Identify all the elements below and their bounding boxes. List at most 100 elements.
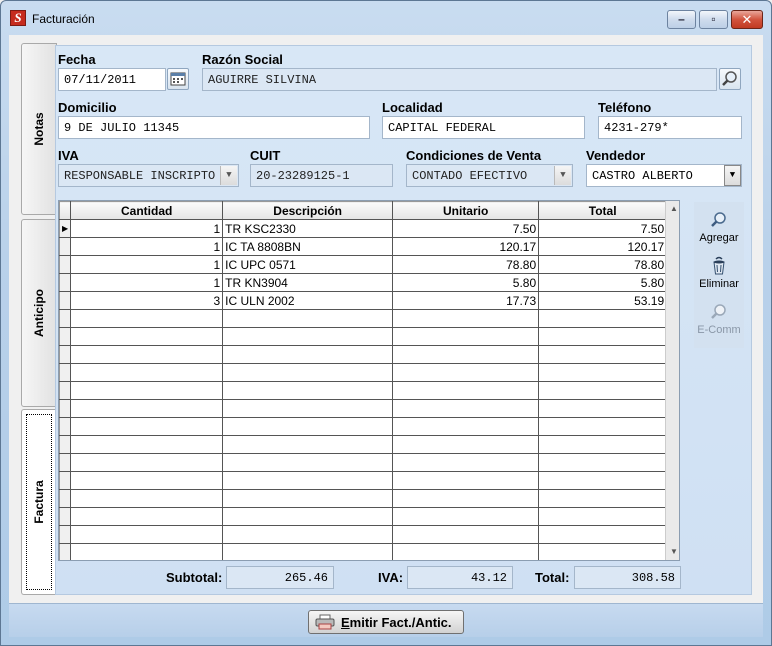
items-grid[interactable]: Cantidad Descripción Unitario Total ▶ 1 TR… [58, 200, 680, 561]
cell-cantidad[interactable] [70, 489, 224, 508]
table-row[interactable] [59, 345, 668, 364]
cell-cantidad[interactable] [70, 417, 224, 436]
chevron-down-icon[interactable]: ▼ [220, 166, 237, 185]
cell-descripcion[interactable] [222, 435, 394, 454]
cell-unitario[interactable] [392, 309, 540, 328]
cell-descripcion[interactable] [222, 327, 394, 346]
cell-descripcion[interactable] [222, 399, 394, 418]
tab-notas[interactable]: Notas [21, 43, 57, 215]
row-selector[interactable] [59, 399, 72, 418]
cell-cantidad[interactable] [70, 453, 224, 472]
cell-total[interactable] [538, 489, 668, 508]
cell-unitario[interactable] [392, 345, 540, 364]
cell-total[interactable] [538, 417, 668, 436]
cell-unitario[interactable] [392, 435, 540, 454]
row-selector[interactable]: ▶ [59, 219, 72, 238]
cell-total[interactable]: 7.50 [538, 219, 668, 238]
cell-total[interactable] [538, 345, 668, 364]
cell-total[interactable] [538, 453, 668, 472]
table-row[interactable] [59, 309, 668, 328]
cell-descripcion[interactable] [222, 417, 394, 436]
cell-descripcion[interactable] [222, 381, 394, 400]
emitir-button[interactable]: Emitir Fact./Antic. [308, 610, 464, 634]
cell-descripcion[interactable]: TR KN3904 [222, 273, 394, 292]
fecha-field[interactable]: 07/11/2011 [58, 68, 166, 91]
row-selector[interactable] [59, 489, 72, 508]
vertical-scrollbar[interactable]: ▲ ▼ [665, 201, 679, 560]
table-row[interactable] [59, 507, 668, 526]
row-selector[interactable] [59, 417, 72, 436]
app-logo-icon[interactable]: S [10, 10, 26, 26]
cell-total[interactable] [538, 507, 668, 526]
tab-anticipo[interactable]: Anticipo [21, 219, 57, 407]
cell-cantidad[interactable] [70, 507, 224, 526]
buscar-cliente-button[interactable] [719, 68, 741, 90]
ecomm-button[interactable]: E-Comm [694, 296, 744, 340]
cell-total[interactable]: 78.80 [538, 255, 668, 274]
cell-descripcion[interactable] [222, 363, 394, 382]
row-selector[interactable] [59, 309, 72, 328]
table-row[interactable]: 1 IC UPC 0571 78.80 78.80 [59, 255, 668, 274]
cell-descripcion[interactable] [222, 525, 394, 544]
cell-unitario[interactable] [392, 543, 540, 560]
cell-cantidad[interactable]: 3 [70, 291, 224, 310]
cell-descripcion[interactable] [222, 453, 394, 472]
cell-descripcion[interactable] [222, 489, 394, 508]
row-selector[interactable] [59, 525, 72, 544]
chevron-down-icon[interactable]: ▼ [554, 166, 571, 185]
cell-descripcion[interactable]: IC UPC 0571 [222, 255, 394, 274]
cell-cantidad[interactable] [70, 471, 224, 490]
row-selector[interactable] [59, 273, 72, 292]
cell-descripcion[interactable] [222, 543, 394, 560]
cell-cantidad[interactable] [70, 327, 224, 346]
table-row[interactable] [59, 435, 668, 454]
eliminar-button[interactable]: Eliminar [694, 250, 744, 294]
table-row[interactable] [59, 453, 668, 472]
cell-cantidad[interactable]: 1 [70, 219, 224, 238]
cell-descripcion[interactable] [222, 345, 394, 364]
condiciones-combo[interactable]: CONTADO EFECTIVO ▼ [406, 164, 573, 187]
row-selector[interactable] [59, 507, 72, 526]
table-row[interactable] [59, 525, 668, 544]
cell-descripcion[interactable]: IC TA 8808BN [222, 237, 394, 256]
cell-descripcion[interactable] [222, 309, 394, 328]
cell-cantidad[interactable] [70, 399, 224, 418]
cell-total[interactable] [538, 327, 668, 346]
table-row[interactable] [59, 417, 668, 436]
cell-total[interactable] [538, 525, 668, 544]
table-row[interactable] [59, 543, 668, 560]
cell-cantidad[interactable]: 1 [70, 237, 224, 256]
domicilio-field[interactable]: 9 DE JULIO 11345 [58, 116, 370, 139]
row-selector[interactable] [59, 237, 72, 256]
minimize-button[interactable]: – [667, 10, 696, 29]
cell-unitario[interactable]: 120.17 [392, 237, 540, 256]
cell-unitario[interactable] [392, 381, 540, 400]
cuit-field[interactable]: 20-23289125-1 [250, 164, 393, 187]
cell-unitario[interactable]: 78.80 [392, 255, 540, 274]
tab-factura[interactable]: Factura [21, 409, 57, 595]
col-total[interactable]: Total [538, 201, 668, 220]
cell-descripcion[interactable]: IC ULN 2002 [222, 291, 394, 310]
razon-social-field[interactable]: AGUIRRE SILVINA [202, 68, 717, 91]
cell-total[interactable] [538, 399, 668, 418]
cell-cantidad[interactable] [70, 345, 224, 364]
iva-combo[interactable]: RESPONSABLE INSCRIPTO ▼ [58, 164, 239, 187]
cell-total[interactable] [538, 309, 668, 328]
cell-total[interactable] [538, 543, 668, 560]
cell-unitario[interactable] [392, 453, 540, 472]
cell-cantidad[interactable]: 1 [70, 255, 224, 274]
maximize-button[interactable]: ▫ [699, 10, 728, 29]
title-bar[interactable]: S Facturación – ▫ ✕ [1, 1, 771, 35]
cell-total[interactable] [538, 435, 668, 454]
vendedor-combo[interactable]: CASTRO ALBERTO ▼ [586, 164, 742, 187]
cell-unitario[interactable] [392, 417, 540, 436]
scroll-down-icon[interactable]: ▼ [666, 544, 679, 560]
cell-unitario[interactable] [392, 327, 540, 346]
cell-unitario[interactable]: 7.50 [392, 219, 540, 238]
cell-cantidad[interactable] [70, 309, 224, 328]
table-row[interactable]: ▶ 1 TR KSC2330 7.50 7.50 [59, 219, 668, 238]
row-selector[interactable] [59, 435, 72, 454]
cell-unitario[interactable] [392, 363, 540, 382]
table-row[interactable] [59, 381, 668, 400]
cell-cantidad[interactable] [70, 525, 224, 544]
